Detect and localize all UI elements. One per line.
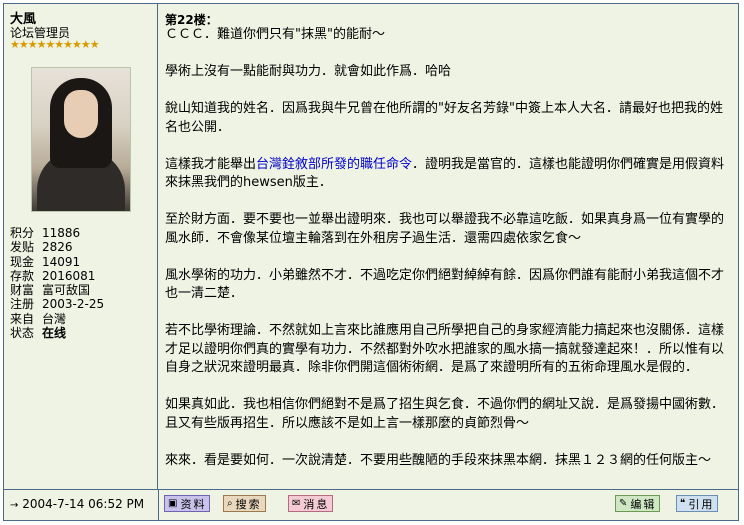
post-paragraph: 若不比學術理論．不然就如上言來比誰應用自己所學把自己的身家經濟能力搞起來也沒關係…	[165, 323, 725, 375]
post-paragraph: 學術上沒有一點能耐與功力．就會如此作爲．哈哈	[165, 64, 452, 79]
stat-status: 状态 在线	[10, 326, 67, 341]
post-arrow-icon: →	[10, 500, 19, 511]
quote-icon: ❝	[680, 498, 686, 509]
post-paragraph: 如果真如此．我也相信你們絕對不是爲了招生與乞食．不過你們的網址又說．是爲發揚中國…	[165, 397, 725, 431]
post-paragraph: 銳山知道我的姓名．因爲我與牛兄曾在他所謂的"好友名芳錄"中簽上本人大名．請最好也…	[165, 101, 723, 135]
search-icon: ⌕	[227, 498, 233, 509]
user-panel: 大風 论坛管理员 ★★★★★★★★★★ 积分 11886 发贴 2826 现金 140…	[4, 4, 158, 491]
post-time: → 2004-7-14 06:52 PM	[10, 497, 145, 511]
stat-registered: 注册 2003-2-25	[10, 297, 105, 312]
edit-button[interactable]: ✎ 编辑	[615, 495, 661, 512]
rank-stars-icon: ★★★★★★★★★★	[10, 38, 100, 51]
edit-icon: ✎	[619, 498, 628, 509]
search-button[interactable]: ⌕ 搜索	[223, 495, 266, 512]
post-footer: → 2004-7-14 06:52 PM ▣ 资料 ⌕ 搜索 ✉ 消息 ✎ 编辑 ❝ 引用	[4, 489, 738, 520]
post-paragraph: 這樣我才能舉出台灣銓敘部所發的職任命令．證明我是當官的．這樣也能證明你們確實是用…	[165, 156, 725, 191]
post-paragraph: 風水學術的功力．小弟雖然不才．不過吃定你們絕對綽綽有餘．因爲你們誰有能耐小弟我這…	[165, 267, 725, 302]
message-icon: ✉	[292, 498, 301, 509]
appointment-link[interactable]: 台灣銓敘部所發的職任命令	[256, 157, 412, 172]
quote-button[interactable]: ❝ 引用	[676, 495, 719, 512]
stat-from: 来自 台灣	[10, 311, 67, 326]
profile-button[interactable]: ▣ 资料	[164, 495, 211, 512]
avatar-face	[64, 90, 98, 138]
post-paragraph: 至於財方面．要不要也一並舉出證明來．我也可以舉證我不必靠這吃飯．如果真身爲一位有…	[165, 212, 725, 246]
user-stats: 积分 11886 发贴 2826 现金 14091 存款 2016081 财富 富可敌国 …	[10, 226, 104, 340]
avatar	[31, 67, 131, 212]
post-content: ＣＣＣ．難道你們只有"抹黑"的能耐～ 學術上沒有一點能耐與功力．就會如此作爲．哈…	[165, 26, 735, 489]
stat-points: 积分 11886	[10, 226, 81, 240]
stat-wealth: 财富 富可敌国	[10, 283, 91, 298]
message-button[interactable]: ✉ 消息	[288, 495, 334, 512]
post-body: 第22楼： ＣＣＣ．難道你們只有"抹黑"的能耐～ 學術上沒有一點能耐與功力．就會…	[159, 4, 738, 491]
stat-cash: 现金 14091	[10, 254, 81, 269]
post-paragraph: 來來．看是要如何．一次說清楚．不要用些醜陋的手段來抹黑本網．抹黑１２３網的任何版…	[165, 452, 712, 468]
stat-deposit: 存款 2016081	[10, 268, 96, 283]
profile-icon: ▣	[168, 498, 178, 509]
post-paragraph: ＣＣＣ．難道你們只有"抹黑"的能耐～	[165, 27, 385, 42]
stat-posts: 发贴 2826	[10, 240, 73, 255]
footer-divider	[158, 490, 159, 520]
forum-post: 大風 论坛管理员 ★★★★★★★★★★ 积分 11886 发贴 2826 现金 140…	[3, 3, 739, 521]
